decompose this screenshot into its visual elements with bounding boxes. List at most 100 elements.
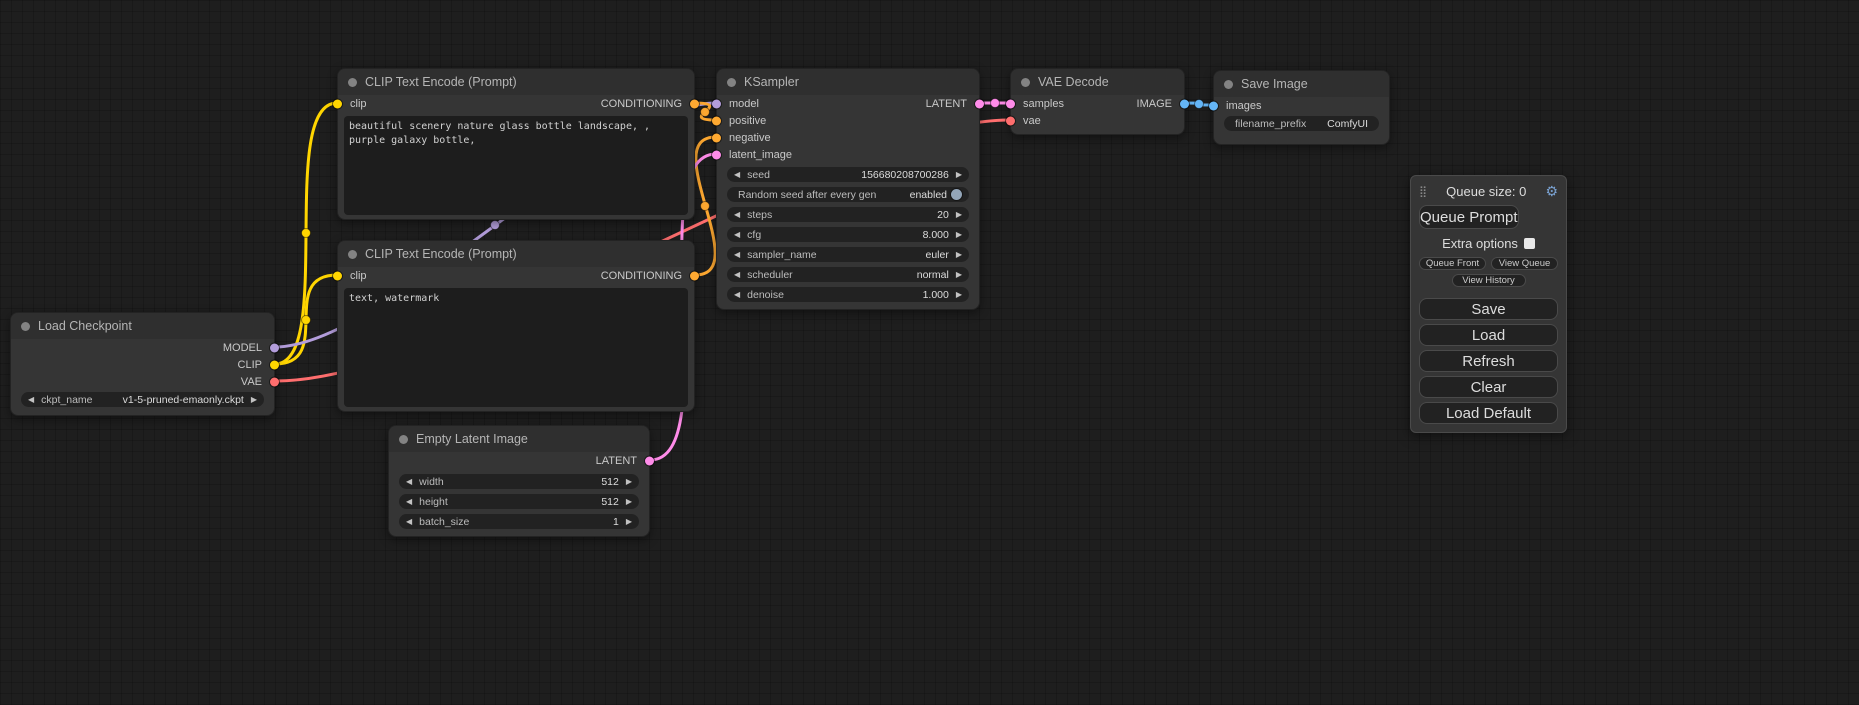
node-clip-text-encode-negative[interactable]: CLIP Text Encode (Prompt) clip CONDITION… [337,240,695,412]
widget-filename-prefix[interactable]: filename_prefix ComfyUI [1224,116,1379,131]
node-title-bar[interactable]: Load Checkpoint [11,313,274,339]
prev-value-icon[interactable]: ◀ [406,478,412,486]
node-title: Save Image [1241,77,1308,91]
widget-seed[interactable]: ◀ seed 156680208700286 ▶ [727,167,969,182]
prev-value-icon[interactable]: ◀ [406,518,412,526]
node-collapse-dot[interactable] [1021,78,1030,87]
prev-value-icon[interactable]: ◀ [734,271,740,279]
positive-prompt-textarea[interactable]: beautiful scenery nature glass bottle la… [344,116,688,215]
widget-denoise[interactable]: ◀ denoise 1.000 ▶ [727,287,969,302]
latent-image-input-port[interactable] [712,150,721,159]
save-button[interactable]: Save [1419,298,1558,320]
widget-batch-size[interactable]: ◀ batch_size 1 ▶ [399,514,639,529]
samples-input-port[interactable] [1006,99,1015,108]
workflow-actions: Save Load Refresh Clear Load Default [1419,298,1558,424]
output-slot-latent: LATENT [389,452,649,469]
prev-value-icon[interactable]: ◀ [734,171,740,179]
wire-midpoint-dot [701,108,710,117]
vae-output-port[interactable] [270,377,279,386]
queue-panel-header: ⣿ Queue size: 0 ⚙ [1419,183,1558,199]
widget-height[interactable]: ◀ height 512 ▶ [399,494,639,509]
widget-sampler-name[interactable]: ◀ sampler_name euler ▶ [727,247,969,262]
vae-input-port[interactable] [1006,116,1015,125]
prev-value-icon[interactable]: ◀ [406,498,412,506]
prev-value-icon[interactable]: ◀ [28,396,34,404]
next-value-icon[interactable]: ▶ [626,518,632,526]
widget-scheduler[interactable]: ◀ scheduler normal ▶ [727,267,969,282]
next-value-icon[interactable]: ▶ [956,231,962,239]
next-value-icon[interactable]: ▶ [956,251,962,259]
node-title-bar[interactable]: KSampler [717,69,979,95]
node-empty-latent-image[interactable]: Empty Latent Image LATENT ◀ width 512 ▶ … [388,425,650,537]
node-title: Empty Latent Image [416,432,528,446]
extra-options-checkbox[interactable] [1524,238,1535,249]
latent-output-port[interactable] [645,456,654,465]
negative-input-port[interactable] [712,133,721,142]
node-collapse-dot[interactable] [727,78,736,87]
drag-handle-icon[interactable]: ⣿ [1419,185,1427,198]
clip-input-port[interactable] [333,99,342,108]
negative-prompt-textarea[interactable]: text, watermark [344,288,688,407]
node-title-bar[interactable]: Empty Latent Image [389,426,649,452]
output-slot-clip: CLIP [11,356,274,373]
node-title-bar[interactable]: CLIP Text Encode (Prompt) [338,69,694,95]
view-history-row: View History [1419,274,1558,287]
node-title-bar[interactable]: CLIP Text Encode (Prompt) [338,241,694,267]
widget-steps[interactable]: ◀ steps 20 ▶ [727,207,969,222]
image-output-port[interactable] [1180,99,1189,108]
input-slot-latent-image: latent_image [717,146,979,163]
latent-output-port[interactable] [975,99,984,108]
widget-ckpt-name[interactable]: ◀ ckpt_name v1-5-pruned-emaonly.ckpt ▶ [21,392,264,407]
node-collapse-dot[interactable] [348,78,357,87]
prev-value-icon[interactable]: ◀ [734,291,740,299]
node-clip-text-encode-positive[interactable]: CLIP Text Encode (Prompt) clip CONDITION… [337,68,695,220]
queue-prompt-button[interactable]: Queue Prompt [1419,205,1519,229]
node-save-image[interactable]: Save Image images filename_prefix ComfyU… [1213,70,1390,145]
conditioning-output-port[interactable] [690,99,699,108]
node-load-checkpoint[interactable]: Load Checkpoint MODEL CLIP VAE ◀ ckpt_na… [10,312,275,416]
slot-row-samples-image: samples IMAGE [1011,95,1184,112]
positive-input-port[interactable] [712,116,721,125]
model-output-port[interactable] [270,343,279,352]
node-title-bar[interactable]: VAE Decode [1011,69,1184,95]
wire-midpoint-dot [701,202,710,211]
next-value-icon[interactable]: ▶ [956,291,962,299]
load-default-button[interactable]: Load Default [1419,402,1558,424]
next-value-icon[interactable]: ▶ [956,271,962,279]
model-input-port[interactable] [712,99,721,108]
prev-value-icon[interactable]: ◀ [734,231,740,239]
node-vae-decode[interactable]: VAE Decode samples IMAGE vae [1010,68,1185,135]
queue-panel: ⣿ Queue size: 0 ⚙ Queue Prompt Extra opt… [1410,175,1567,433]
node-title-bar[interactable]: Save Image [1214,71,1389,97]
clear-button[interactable]: Clear [1419,376,1558,398]
node-ksampler[interactable]: KSampler model LATENT positive negative … [716,68,980,310]
next-value-icon[interactable]: ▶ [956,171,962,179]
input-slot-images: images [1214,97,1389,114]
view-queue-button[interactable]: View Queue [1491,257,1558,270]
images-input-port[interactable] [1209,101,1218,110]
settings-gear-icon[interactable]: ⚙ [1545,184,1558,198]
clip-input-port[interactable] [333,271,342,280]
node-collapse-dot[interactable] [1224,80,1233,89]
conditioning-output-port[interactable] [690,271,699,280]
refresh-button[interactable]: Refresh [1419,350,1558,372]
node-collapse-dot[interactable] [21,322,30,331]
widget-random-seed-toggle[interactable]: Random seed after every gen enabled [727,187,969,202]
load-button[interactable]: Load [1419,324,1558,346]
clip-output-port[interactable] [270,360,279,369]
wire-midpoint-dot [302,229,311,238]
next-value-icon[interactable]: ▶ [626,498,632,506]
toggle-indicator[interactable] [951,189,962,200]
node-collapse-dot[interactable] [348,250,357,259]
widget-cfg[interactable]: ◀ cfg 8.000 ▶ [727,227,969,242]
node-collapse-dot[interactable] [399,435,408,444]
queue-front-button[interactable]: Queue Front [1419,257,1486,270]
prev-value-icon[interactable]: ◀ [734,211,740,219]
next-value-icon[interactable]: ▶ [251,396,257,404]
widget-width[interactable]: ◀ width 512 ▶ [399,474,639,489]
view-history-button[interactable]: View History [1452,274,1526,287]
next-value-icon[interactable]: ▶ [956,211,962,219]
extra-options-label: Extra options [1442,236,1518,251]
next-value-icon[interactable]: ▶ [626,478,632,486]
prev-value-icon[interactable]: ◀ [734,251,740,259]
